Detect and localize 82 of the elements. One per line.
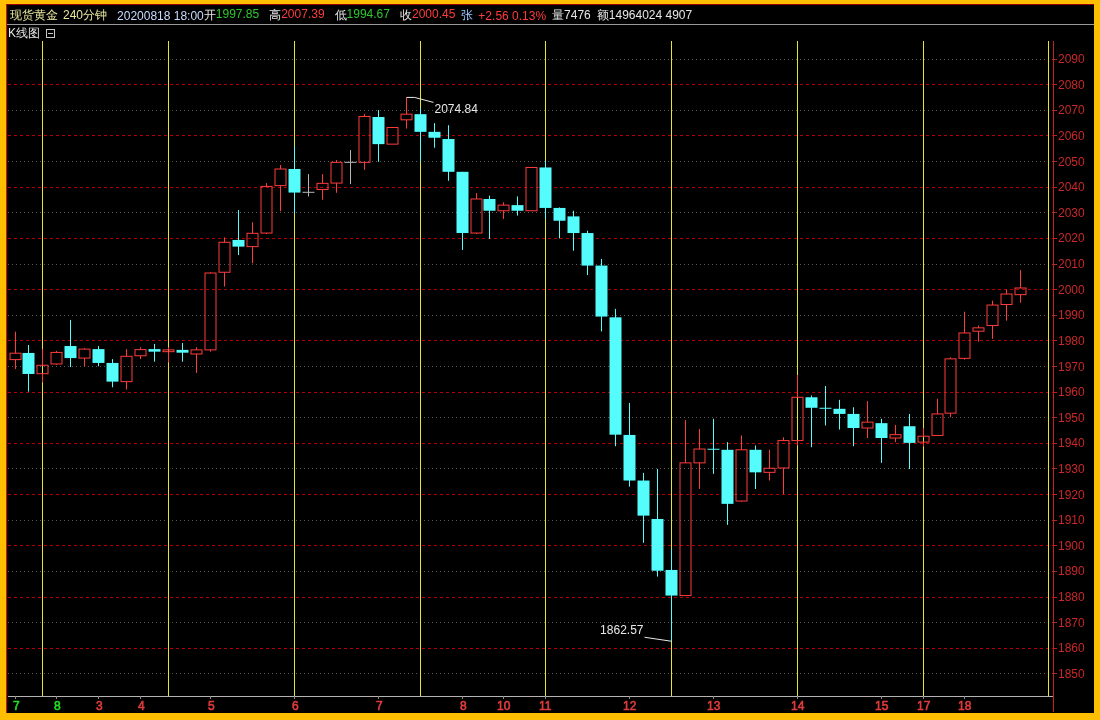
price-label: 1970	[1058, 359, 1085, 374]
candlestick	[246, 221, 259, 264]
date-label: 15	[875, 699, 889, 712]
field-label: 高	[269, 7, 282, 24]
candlestick	[22, 344, 35, 393]
price-label: 1890	[1058, 564, 1085, 579]
field-value: 2007.39	[281, 7, 325, 23]
field-value: 1994.67	[346, 7, 390, 23]
price-label: 1930	[1058, 462, 1085, 476]
candlestick	[330, 159, 343, 194]
date-label: 7	[13, 699, 20, 712]
change-value: +2.56 0.13%	[478, 8, 547, 23]
price-label: 2060	[1058, 128, 1085, 143]
price-label: 1850	[1058, 666, 1085, 681]
candlestick	[316, 173, 329, 201]
symbol-name: 现货黄金	[10, 7, 58, 24]
price-annotation: 2074.84	[434, 102, 478, 117]
field-value: 1997.85	[215, 7, 260, 23]
change-label: 张	[461, 7, 474, 24]
candlestick	[148, 343, 161, 363]
price-label: 1950	[1058, 410, 1085, 425]
candlestick	[791, 374, 804, 446]
date-label: 14	[791, 699, 805, 712]
price-annotation: 1862.57	[600, 623, 644, 638]
date-label: 3	[96, 699, 103, 712]
candlestick	[176, 342, 189, 363]
price-label: 1980	[1058, 333, 1085, 348]
date-label: 6	[292, 699, 299, 712]
candlestick	[1000, 289, 1013, 322]
date-label: 8	[460, 699, 467, 712]
date-label: 10	[497, 699, 511, 712]
price-label: 1920	[1058, 487, 1085, 502]
leader-line	[644, 636, 672, 642]
date-label: 8	[54, 699, 61, 712]
amount-text: 额14964024 4907	[596, 7, 693, 24]
date-label: 5	[208, 699, 215, 712]
price-label: 1860	[1058, 641, 1085, 656]
price-label: 1900	[1058, 538, 1085, 553]
candlestick	[9, 331, 22, 370]
price-label: 1940	[1058, 436, 1085, 451]
price-label: 2000	[1058, 282, 1085, 297]
date-label: 17	[917, 699, 931, 712]
price-label: 2080	[1058, 77, 1085, 92]
volume-text: 量7476	[552, 7, 591, 24]
date-label: 13	[707, 699, 721, 712]
price-label: 1990	[1058, 308, 1085, 323]
price-label: 2010	[1058, 257, 1085, 272]
price-label: 1870	[1058, 615, 1085, 630]
leader-line	[406, 96, 434, 103]
candlestick	[833, 399, 846, 431]
date-label: 4	[138, 699, 145, 712]
price-label: 2030	[1058, 205, 1085, 220]
date-label: 11	[539, 699, 552, 712]
candlestick	[232, 209, 245, 256]
field-label: 低	[334, 7, 347, 24]
date-label: 7	[376, 699, 383, 712]
field-label: 收	[399, 7, 412, 24]
price-label: 2070	[1058, 103, 1085, 118]
date-label: 18	[958, 699, 972, 712]
candlestick	[92, 345, 105, 367]
minus-box-icon[interactable]	[46, 28, 55, 38]
period-label: 240分钟	[63, 7, 108, 24]
field-value: 2000.45	[411, 7, 456, 23]
candlestick	[260, 182, 273, 235]
price-label: 1910	[1058, 513, 1085, 528]
panel-title: K线图	[8, 24, 40, 42]
candlestick	[1014, 269, 1027, 304]
candlestick	[567, 210, 580, 252]
candlestick	[162, 346, 175, 363]
field-label: 开	[203, 7, 216, 24]
price-label: 2090	[1058, 52, 1085, 67]
candlestick	[847, 406, 860, 447]
price-label: 2050	[1058, 154, 1085, 169]
timestamp: 20200818 18:00	[117, 8, 204, 23]
price-label: 2020	[1058, 231, 1085, 246]
date-label: 12	[623, 699, 637, 712]
candlestick	[805, 395, 818, 448]
candlestick	[819, 385, 832, 426]
price-label: 2040	[1058, 180, 1085, 195]
price-label: 1960	[1058, 385, 1085, 400]
price-label: 1880	[1058, 590, 1085, 605]
candlestick	[861, 400, 874, 439]
